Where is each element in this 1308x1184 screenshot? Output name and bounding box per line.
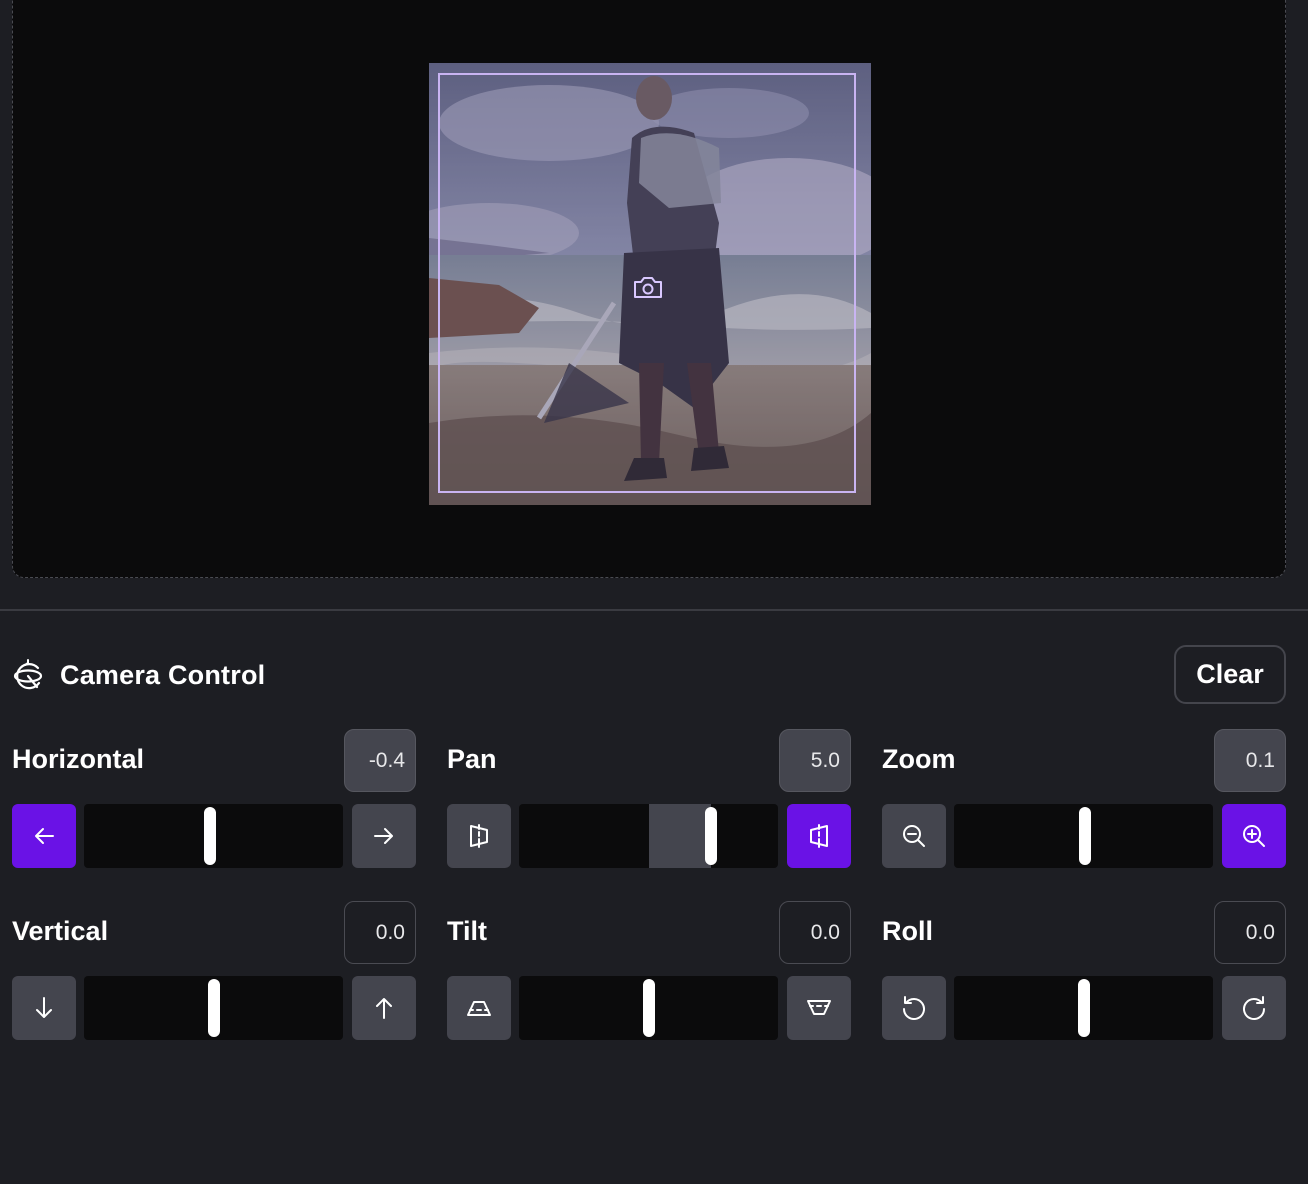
zoom-increase-button[interactable] <box>1222 804 1286 868</box>
roll-increase-button[interactable] <box>1222 976 1286 1040</box>
pan-slider-fill <box>648 804 711 868</box>
arrow-right-icon <box>374 828 393 844</box>
horizontal-slider-thumb[interactable] <box>204 807 216 865</box>
clear-button[interactable]: Clear <box>1174 645 1286 704</box>
roll-decrease-button[interactable] <box>882 976 946 1040</box>
pan-slider-thumb[interactable] <box>705 807 717 865</box>
rotate-cw-icon <box>1243 996 1265 1020</box>
preview-canvas <box>12 0 1286 578</box>
arrow-up-icon <box>376 998 392 1019</box>
pan-right-icon <box>810 824 828 848</box>
camera-control-header: Camera Control Clear <box>12 645 1286 705</box>
roll-control: Roll 0.0 <box>882 901 1286 1041</box>
zoom-out-icon <box>903 825 925 847</box>
horizontal-increase-button[interactable] <box>352 804 416 868</box>
tilt-value-input[interactable]: 0.0 <box>779 901 851 964</box>
preview-image <box>429 63 871 505</box>
vertical-control: Vertical 0.0 <box>12 901 416 1041</box>
pan-value-input[interactable]: 5.0 <box>779 729 851 792</box>
tilt-control: Tilt 0.0 <box>447 901 851 1041</box>
zoom-value-input[interactable]: 0.1 <box>1214 729 1286 792</box>
horizontal-value-input[interactable]: -0.4 <box>344 729 416 792</box>
vertical-value-input[interactable]: 0.0 <box>344 901 416 964</box>
pan-slider[interactable] <box>519 804 778 868</box>
tilt-slider[interactable] <box>519 976 778 1040</box>
arrow-left-icon <box>35 828 54 844</box>
roll-value-input[interactable]: 0.0 <box>1214 901 1286 964</box>
zoom-control: Zoom 0.1 <box>882 729 1286 869</box>
tilt-increase-button[interactable] <box>787 976 851 1040</box>
horizontal-label: Horizontal <box>12 744 144 774</box>
vertical-label: Vertical <box>12 916 109 946</box>
camera-icon <box>634 277 662 298</box>
panel-divider <box>0 609 1308 611</box>
tilt-decrease-button[interactable] <box>447 976 511 1040</box>
tilt-slider-thumb[interactable] <box>643 979 655 1037</box>
horizontal-slider[interactable] <box>84 804 343 868</box>
zoom-slider[interactable] <box>954 804 1213 868</box>
tilt-label: Tilt <box>447 916 487 946</box>
zoom-slider-thumb[interactable] <box>1079 807 1091 865</box>
vertical-increase-button[interactable] <box>352 976 416 1040</box>
roll-label: Roll <box>882 916 933 946</box>
pan-control: Pan 5.0 <box>447 729 851 869</box>
pan-increase-button[interactable] <box>787 804 851 868</box>
roll-slider[interactable] <box>954 976 1213 1040</box>
camera-orbit-icon <box>13 659 43 690</box>
pan-decrease-button[interactable] <box>447 804 511 868</box>
pan-left-icon <box>470 824 488 848</box>
tilt-up-icon <box>807 1000 831 1015</box>
panel-title: Camera Control <box>60 660 266 690</box>
vertical-slider-thumb[interactable] <box>208 979 220 1037</box>
zoom-label: Zoom <box>882 744 956 774</box>
arrow-down-icon <box>36 997 52 1018</box>
roll-slider-thumb[interactable] <box>1078 979 1090 1037</box>
zoom-in-icon <box>1243 825 1265 847</box>
vertical-decrease-button[interactable] <box>12 976 76 1040</box>
rotate-ccw-icon <box>903 996 925 1020</box>
pan-label: Pan <box>447 744 497 774</box>
horizontal-control: Horizontal -0.4 <box>12 729 416 869</box>
tilt-down-icon <box>467 1001 491 1016</box>
horizontal-decrease-button[interactable] <box>12 804 76 868</box>
zoom-decrease-button[interactable] <box>882 804 946 868</box>
vertical-slider[interactable] <box>84 976 343 1040</box>
